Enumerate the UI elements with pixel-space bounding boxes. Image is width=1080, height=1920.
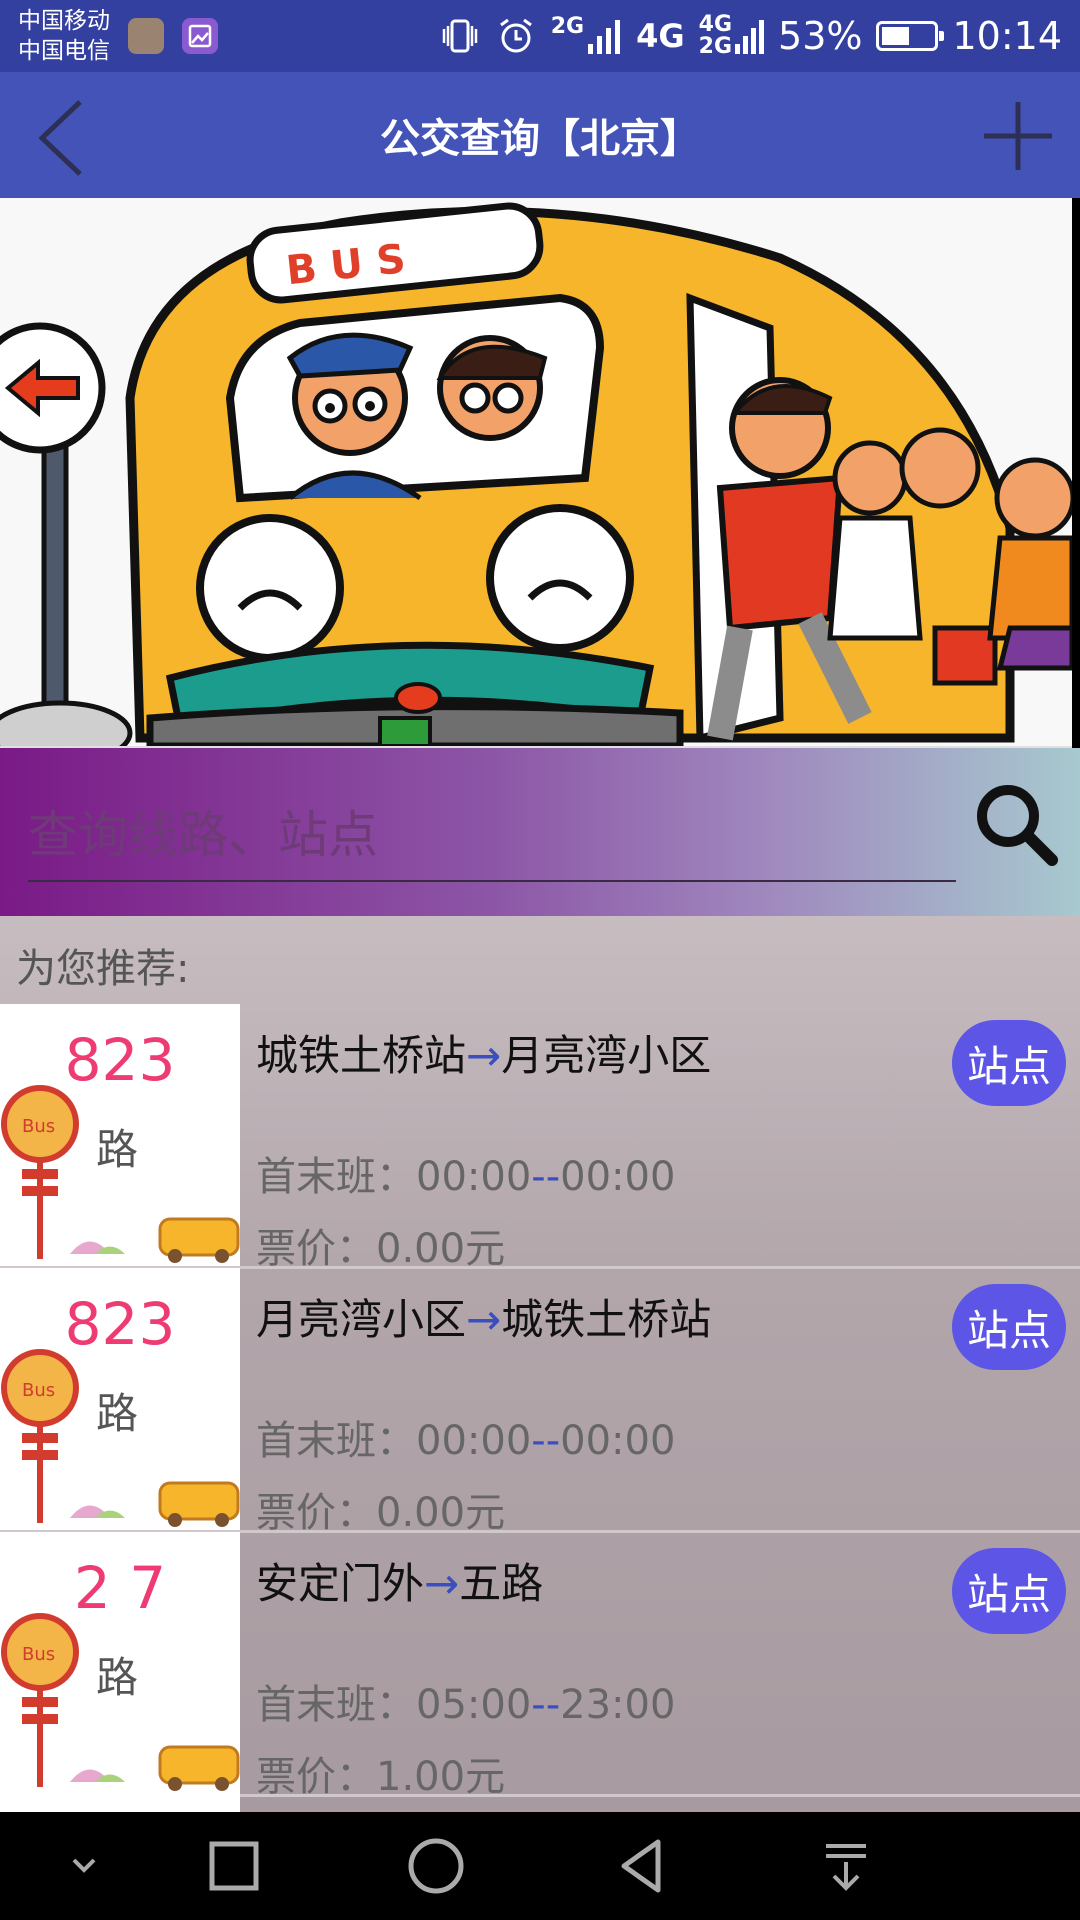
time-separator: -- bbox=[531, 1682, 561, 1728]
route-fare: 票价：1.00元 bbox=[256, 1744, 505, 1802]
system-navigation-bar bbox=[0, 1812, 1080, 1920]
route-schedule: 首末班：00:00--00:00 bbox=[256, 1408, 675, 1466]
app-bar: 公交查询【北京】 bbox=[0, 72, 1080, 198]
route-schedule: 首末班：00:00--00:00 bbox=[256, 1144, 675, 1202]
fare-label: 票价： bbox=[256, 1754, 376, 1800]
recent-apps-icon bbox=[209, 1841, 259, 1891]
route-suffix: 路 bbox=[96, 1389, 139, 1438]
route-list-item[interactable]: Bus 2 7 路 安定门外→五路 首末班：05:00--23:00 票价：1.… bbox=[0, 1532, 1080, 1800]
alarm-icon bbox=[499, 18, 532, 53]
route-direction: 月亮湾小区→城铁土桥站 bbox=[256, 1286, 711, 1347]
route-from: 月亮湾小区 bbox=[256, 1295, 467, 1344]
back-nav-button[interactable] bbox=[612, 1836, 672, 1896]
fare-value: 0.00元 bbox=[376, 1490, 506, 1536]
carrier-2: 中国电信 bbox=[18, 38, 110, 64]
plus-icon bbox=[984, 102, 1052, 170]
fare-label: 票价： bbox=[256, 1226, 376, 1272]
schedule-label: 首末班： bbox=[256, 1418, 416, 1464]
clock: 10:14 bbox=[952, 14, 1062, 58]
search-input[interactable] bbox=[28, 790, 956, 882]
first-bus-time: 00:00 bbox=[416, 1418, 532, 1464]
route-to: 城铁土桥站 bbox=[501, 1295, 712, 1344]
route-list-item[interactable]: Bus 823 路 城铁土桥站→月亮湾小区 首末班：00:00--00:00 票… bbox=[0, 1004, 1080, 1272]
route-number: 823 bbox=[64, 1290, 176, 1358]
fare-label: 票价： bbox=[256, 1490, 376, 1536]
first-bus-time: 05:00 bbox=[416, 1682, 532, 1728]
status-icons: 2G 4G 4G 2G 53% 10:14 bbox=[439, 0, 1062, 72]
last-bus-time: 00:00 bbox=[560, 1154, 676, 1200]
fare-value: 1.00元 bbox=[376, 1754, 506, 1800]
carrier-info: 中国移动 中国电信 bbox=[18, 6, 110, 66]
chevron-left-icon bbox=[38, 100, 82, 176]
recommend-label: 为您推荐: bbox=[16, 946, 190, 992]
back-icon bbox=[621, 1839, 661, 1893]
status-bar: 中国移动 中国电信 2G 4G 4G 2G 53% 10:14 bbox=[0, 0, 1080, 72]
notification-app-icon bbox=[128, 18, 164, 54]
route-suffix: 路 bbox=[96, 1653, 139, 1702]
route-thumbnail: Bus 823 路 bbox=[0, 1004, 240, 1266]
battery-icon bbox=[876, 21, 945, 51]
schedule-label: 首末班： bbox=[256, 1154, 416, 1200]
first-bus-time: 00:00 bbox=[416, 1154, 532, 1200]
arrow-icon: → bbox=[466, 1295, 502, 1344]
signal-strength-icon bbox=[588, 20, 621, 54]
stations-button[interactable]: 站点 bbox=[952, 1548, 1066, 1634]
route-to: 月亮湾小区 bbox=[501, 1031, 712, 1080]
route-schedule: 首末班：05:00--23:00 bbox=[256, 1672, 675, 1730]
arrow-icon: → bbox=[424, 1559, 460, 1608]
svg-text:Bus: Bus bbox=[22, 1116, 55, 1137]
next-route-thumbnail-peek bbox=[0, 1792, 240, 1812]
stations-button[interactable]: 站点 bbox=[952, 1284, 1066, 1370]
recommend-section: 为您推荐: Bus 823 路 城铁土桥站→月亮湾小区 首末班：00:00--0… bbox=[0, 916, 1080, 1812]
search-icon bbox=[977, 785, 1058, 866]
search-button[interactable] bbox=[970, 778, 1060, 868]
route-list-item[interactable]: Bus 823 路 月亮湾小区→城铁土桥站 首末班：00:00--00:00 票… bbox=[0, 1268, 1080, 1536]
vibrate-icon bbox=[442, 19, 477, 53]
route-fare: 票价：0.00元 bbox=[256, 1480, 505, 1538]
stations-button[interactable]: 站点 bbox=[952, 1020, 1066, 1106]
signal-strength-2-icon bbox=[735, 20, 765, 54]
network-type-3-bottom: 2G bbox=[698, 34, 733, 59]
add-button[interactable] bbox=[976, 94, 1060, 178]
route-number: 2 7 bbox=[73, 1554, 167, 1622]
network-type-1: 2G bbox=[550, 14, 585, 39]
svg-text:Bus: Bus bbox=[22, 1380, 55, 1401]
arrow-icon: → bbox=[466, 1031, 502, 1080]
nav-hide-button[interactable] bbox=[54, 1836, 114, 1896]
time-separator: -- bbox=[531, 1418, 561, 1464]
search-bar bbox=[0, 748, 1080, 916]
bus-illustration: B U S bbox=[0, 202, 1072, 746]
route-thumbnail: Bus 2 7 路 bbox=[0, 1532, 240, 1794]
notification-pull-icon bbox=[826, 1844, 866, 1891]
fare-value: 0.00元 bbox=[376, 1226, 506, 1272]
time-separator: -- bbox=[531, 1154, 561, 1200]
network-type-3-top: 4G bbox=[698, 12, 733, 37]
battery-percent: 53% bbox=[778, 14, 863, 58]
home-button[interactable] bbox=[406, 1836, 466, 1896]
carrier-1: 中国移动 bbox=[18, 8, 110, 34]
network-type-2: 4G bbox=[636, 17, 685, 55]
route-number: 823 bbox=[64, 1026, 176, 1094]
last-bus-time: 23:00 bbox=[560, 1682, 676, 1728]
route-fare: 票价：0.00元 bbox=[256, 1216, 505, 1274]
route-direction: 安定门外→五路 bbox=[256, 1550, 543, 1611]
route-suffix: 路 bbox=[96, 1125, 139, 1174]
recent-apps-button[interactable] bbox=[204, 1836, 264, 1896]
home-icon bbox=[408, 1838, 464, 1894]
schedule-label: 首末班： bbox=[256, 1682, 416, 1728]
route-to: 五路 bbox=[459, 1559, 544, 1608]
route-from: 安定门外 bbox=[256, 1559, 425, 1608]
notification-pull-button[interactable] bbox=[816, 1836, 876, 1896]
page-title: 公交查询【北京】 bbox=[380, 116, 700, 162]
gallery-icon bbox=[182, 18, 218, 54]
back-button[interactable] bbox=[30, 94, 110, 178]
route-direction: 城铁土桥站→月亮湾小区 bbox=[256, 1022, 711, 1083]
route-thumbnail: Bus 823 路 bbox=[0, 1268, 240, 1530]
bus-banner-image: B U S bbox=[0, 198, 1072, 750]
last-bus-time: 00:00 bbox=[560, 1418, 676, 1464]
battery-level bbox=[882, 27, 909, 45]
route-from: 城铁土桥站 bbox=[256, 1031, 467, 1080]
chevron-down-icon bbox=[72, 1858, 96, 1873]
svg-text:Bus: Bus bbox=[22, 1644, 55, 1665]
